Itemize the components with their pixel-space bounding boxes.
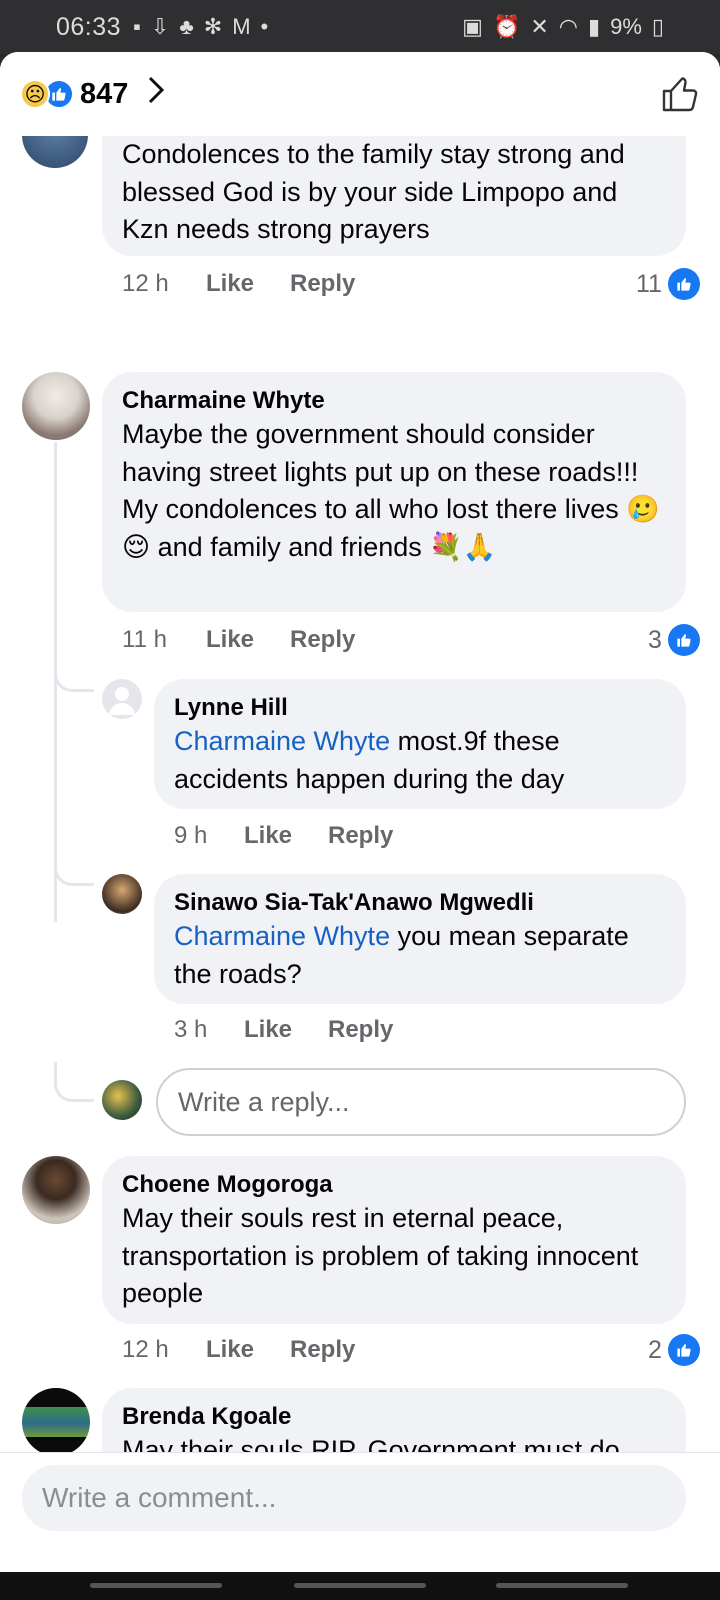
comment-author[interactable]: Charmaine Whyte [122,386,666,416]
battery-level: 9% [610,14,642,39]
avatar[interactable] [102,874,142,914]
comment-likes[interactable]: 2 [648,1334,700,1366]
write-comment-input[interactable]: Write a comment... [22,1465,686,1531]
avatar-placeholder-icon[interactable] [102,679,142,719]
current-user-avatar [102,1080,142,1120]
like-badge-icon [667,624,700,656]
lock-icon: ▣ [462,14,483,39]
nav-recents[interactable] [90,1583,222,1588]
thumbs-up-outline-icon [662,77,698,112]
reply-bubble: Lynne Hill Charmaine Whyte most.9f these… [154,679,686,809]
comments-sheet: ☹ 847 Condolences to the family stay str… [0,52,720,1572]
comment-likes[interactable]: 3 [648,624,700,656]
battery-icon: ▯ [651,14,664,39]
like-count: 11 [636,269,662,298]
write-reply-input[interactable]: Write a reply... [156,1068,686,1136]
status-time: 06:33 [56,12,122,41]
like-count: 3 [648,625,662,654]
comment-bubble: Condolences to the family stay strong an… [102,136,686,256]
comment-actions: 12 h Like Reply [122,1336,355,1364]
thread-branch [54,850,94,886]
reply-button[interactable]: Reply [328,822,393,850]
reply-text: Charmaine Whyte you mean separate the ro… [174,918,666,993]
comment-text: Maybe the government should consider hav… [122,419,660,562]
comment-author[interactable]: Choene Mogoroga [122,1170,666,1200]
like-badge-icon [667,1334,700,1366]
reply-author[interactable]: Sinawo Sia-Tak'Anawo Mgwedli [174,888,666,918]
reaction-count: 847 [80,77,129,110]
nav-home[interactable] [294,1583,426,1588]
comment-composer: Write a comment... [0,1452,720,1572]
like-button[interactable]: Like [244,822,328,850]
comment-time[interactable]: 12 h [122,270,206,298]
reply-button[interactable]: Reply [290,1336,355,1364]
like-button[interactable]: Like [244,1016,328,1044]
avatar[interactable] [22,1156,90,1224]
avatar[interactable] [22,1388,90,1456]
like-badge-icon [667,268,700,300]
comment-likes[interactable]: 11 [636,268,700,300]
reply-time[interactable]: 9 h [174,822,244,850]
comment-actions: 11 h Like Reply [122,626,355,654]
like-count: 2 [648,1335,662,1364]
thread-branch [54,1062,94,1102]
reply-author[interactable]: Lynne Hill [174,693,666,723]
reply-actions: 9 h Like Reply [174,822,393,850]
like-button[interactable]: Like [206,1336,290,1364]
nav-back[interactable] [496,1583,628,1588]
reply-time[interactable]: 3 h [174,1016,244,1044]
wifi-icon: ◠ [558,14,578,39]
thread-branch [54,656,94,692]
notification-icons: ▪ ⇩ ♣ ✻ M • [133,14,268,40]
gmail-icon: M [232,14,251,39]
reply-bubble: Sinawo Sia-Tak'Anawo Mgwedli Charmaine W… [154,874,686,1004]
like-button[interactable]: Like [206,626,290,654]
system-icons: ▣ ⏰ ✕ ◠ ▮ 9% ▯ [462,14,664,40]
chevron-right-icon[interactable] [146,75,166,113]
reply-button[interactable]: Reply [290,270,355,298]
message-icon: ▪ [133,14,141,39]
comment-text: May their souls rest in eternal peace, t… [122,1203,639,1308]
settings-icon: ✻ [203,14,223,39]
like-post-button[interactable] [660,74,700,114]
comment-time[interactable]: 12 h [122,1336,206,1364]
dot-icon: • [260,14,269,39]
signal-icon: ▮ [587,14,601,39]
mute-icon: ✕ [530,14,549,39]
reply-button[interactable]: Reply [290,626,355,654]
status-bar: 06:33 ▪ ⇩ ♣ ✻ M • ▣ ⏰ ✕ ◠ ▮ 9% ▯ [0,0,720,54]
comments-list: Condolences to the family stay strong an… [0,136,720,1536]
reply-button[interactable]: Reply [328,1016,393,1044]
alarm-icon: ⏰ [492,14,521,39]
sad-reaction-icon: ☹ [20,79,50,109]
avatar[interactable] [22,372,90,440]
comment-time[interactable]: 11 h [122,626,206,654]
comment-actions: 12 h Like Reply [122,270,355,298]
like-button[interactable]: Like [206,270,290,298]
comment-bubble: Choene Mogoroga May their souls rest in … [102,1156,686,1324]
mention-link[interactable]: Charmaine Whyte [174,921,390,951]
reply-actions: 3 h Like Reply [174,1016,393,1044]
avatar[interactable] [22,136,88,168]
app-icon: ♣ [179,14,194,39]
mention-link[interactable]: Charmaine Whyte [174,726,390,756]
comment-bubble: Charmaine Whyte Maybe the government sho… [102,372,686,612]
reply-text: Charmaine Whyte most.9f these accidents … [174,723,666,798]
reaction-summary[interactable]: ☹ 847 [20,75,166,113]
system-nav-bar [0,1572,720,1600]
download-icon: ⇩ [150,14,170,39]
comment-author[interactable]: Brenda Kgoale [122,1402,666,1432]
reactions-header: ☹ 847 [0,52,720,136]
comment-text: Condolences to the family stay strong an… [122,139,625,244]
